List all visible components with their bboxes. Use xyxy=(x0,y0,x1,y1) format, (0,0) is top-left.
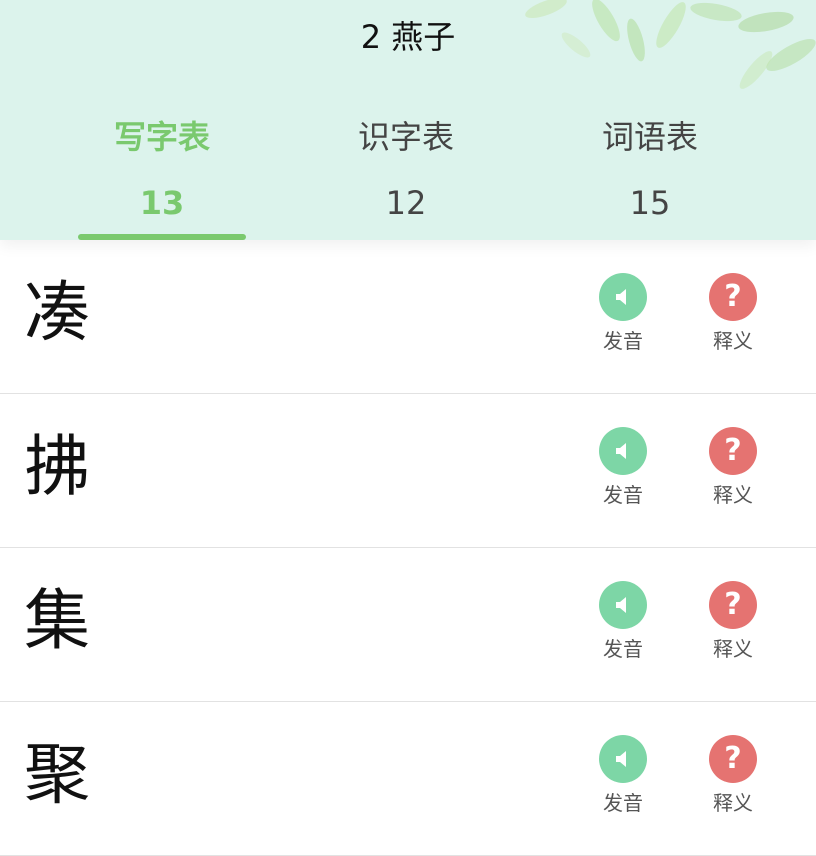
pronounce-button[interactable]: 发音 xyxy=(583,273,663,363)
tab-write-characters[interactable]: 写字表 13 xyxy=(78,110,246,240)
page-title: 2 燕子 xyxy=(360,18,456,56)
list-item: 凑 发音 ? 释义 xyxy=(0,240,816,394)
character: 凑 xyxy=(24,274,90,351)
tab-count: 12 xyxy=(385,184,427,222)
character: 聚 xyxy=(24,736,90,813)
list-item: 聚 发音 ? 释义 xyxy=(0,702,816,856)
pronounce-button[interactable]: 发音 xyxy=(583,735,663,825)
header: 2 燕子 写字表 13 识字表 12 词语表 15 xyxy=(0,0,816,240)
question-icon: ? xyxy=(709,581,757,629)
pronounce-label: 发音 xyxy=(603,329,643,353)
tab-count: 15 xyxy=(629,184,671,222)
character: 集 xyxy=(24,582,90,659)
question-icon: ? xyxy=(709,273,757,321)
speaker-icon xyxy=(599,273,647,321)
tab-label: 写字表 xyxy=(113,118,210,156)
tab-vocabulary[interactable]: 词语表 15 xyxy=(566,110,734,240)
pronounce-label: 发音 xyxy=(603,637,643,661)
definition-button[interactable]: ? 释义 xyxy=(693,735,773,825)
tab-label: 词语表 xyxy=(601,118,698,156)
tab-bar: 写字表 13 识字表 12 词语表 15 xyxy=(0,110,816,240)
tab-count: 13 xyxy=(139,184,185,222)
definition-label: 释义 xyxy=(713,483,753,507)
pronounce-label: 发音 xyxy=(603,791,643,815)
character-list: 凑 发音 ? 释义 拂 发音 ? 释义 集 发音 ? 释义 聚 发音 ? 释义 xyxy=(0,240,816,856)
tab-label: 识字表 xyxy=(357,118,454,156)
definition-label: 释义 xyxy=(713,329,753,353)
definition-button[interactable]: ? 释义 xyxy=(693,581,773,671)
speaker-icon xyxy=(599,581,647,629)
pronounce-button[interactable]: 发音 xyxy=(583,581,663,671)
speaker-icon xyxy=(599,427,647,475)
pronounce-button[interactable]: 发音 xyxy=(583,427,663,517)
list-item: 集 发音 ? 释义 xyxy=(0,548,816,702)
definition-label: 释义 xyxy=(713,637,753,661)
definition-button[interactable]: ? 释义 xyxy=(693,273,773,363)
character: 拂 xyxy=(24,428,90,505)
pronounce-label: 发音 xyxy=(603,483,643,507)
tab-recognize-characters[interactable]: 识字表 12 xyxy=(322,110,490,240)
question-icon: ? xyxy=(709,427,757,475)
speaker-icon xyxy=(599,735,647,783)
question-icon: ? xyxy=(709,735,757,783)
list-item: 拂 发音 ? 释义 xyxy=(0,394,816,548)
definition-button[interactable]: ? 释义 xyxy=(693,427,773,517)
definition-label: 释义 xyxy=(713,791,753,815)
active-tab-indicator xyxy=(78,234,246,240)
